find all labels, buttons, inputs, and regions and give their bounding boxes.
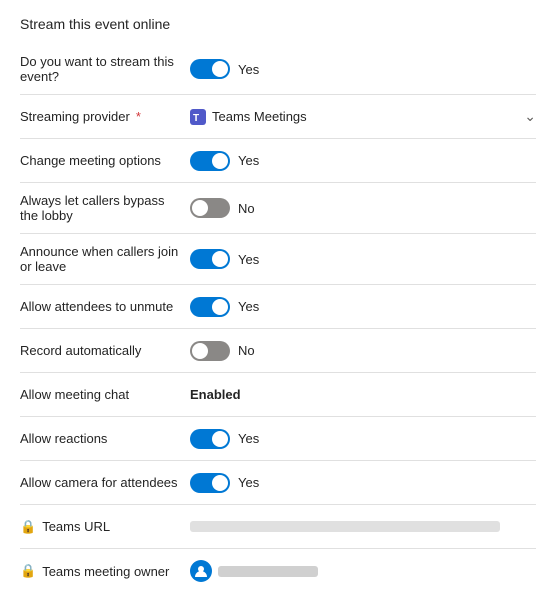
toggle-label-bypass-lobby: No xyxy=(238,201,255,216)
value-announce-join-leave: Yes xyxy=(190,249,536,269)
label-bypass-lobby: Always let callers bypass the lobby xyxy=(20,193,190,223)
label-announce-join-leave: Announce when callers join or leave xyxy=(20,244,190,274)
value-record-automatically: No xyxy=(190,341,536,361)
toggle-label-allow-unmute: Yes xyxy=(238,299,259,314)
teams-owner-row: 🔒 Teams meeting owner xyxy=(20,549,536,593)
person-avatar xyxy=(190,560,212,582)
teams-owner-value xyxy=(190,560,536,582)
toggle-label-reactions: Yes xyxy=(238,431,259,446)
teams-url-label: 🔒 Teams URL xyxy=(20,519,190,535)
required-star: * xyxy=(136,109,141,124)
lock-icon-owner: 🔒 xyxy=(20,563,36,579)
toggle-label-stream-event: Yes xyxy=(238,62,259,77)
value-meeting-chat: Enabled xyxy=(190,387,536,402)
teams-logo-icon: T xyxy=(190,109,206,125)
toggle-allow-unmute[interactable] xyxy=(190,297,230,317)
svg-text:T: T xyxy=(193,113,199,124)
label-reactions: Allow reactions xyxy=(20,431,190,446)
value-streaming-provider[interactable]: T Teams Meetings ⌄ xyxy=(190,108,536,125)
row-meeting-chat: Allow meeting chat Enabled xyxy=(20,373,536,417)
row-reactions: Allow reactions Yes xyxy=(20,417,536,461)
toggle-reactions[interactable] xyxy=(190,429,230,449)
row-record-automatically: Record automatically No xyxy=(20,329,536,373)
chevron-down-icon: ⌄ xyxy=(524,108,536,125)
section-title: Stream this event online xyxy=(20,16,536,32)
value-change-meeting-options: Yes xyxy=(190,151,536,171)
teams-owner-label: 🔒 Teams meeting owner xyxy=(20,563,190,579)
row-streaming-provider: Streaming provider * T Teams Meetings ⌄ xyxy=(20,95,536,139)
row-bypass-lobby: Always let callers bypass the lobby No xyxy=(20,183,536,234)
toggle-bypass-lobby[interactable] xyxy=(190,198,230,218)
label-camera-attendees: Allow camera for attendees xyxy=(20,475,190,490)
row-announce-join-leave: Announce when callers join or leave Yes xyxy=(20,234,536,285)
value-allow-unmute: Yes xyxy=(190,297,536,317)
toggle-stream-event[interactable] xyxy=(190,59,230,79)
label-change-meeting-options: Change meeting options xyxy=(20,153,190,168)
row-stream-event: Do you want to stream this event? Yes xyxy=(20,44,536,95)
toggle-label-record-automatically: No xyxy=(238,343,255,358)
toggle-record-automatically[interactable] xyxy=(190,341,230,361)
owner-name-blurred xyxy=(218,566,318,577)
value-bypass-lobby: No xyxy=(190,198,536,218)
text-value-meeting-chat: Enabled xyxy=(190,387,241,402)
provider-name: Teams Meetings xyxy=(212,109,307,124)
value-stream-event: Yes xyxy=(190,59,536,79)
person-icon xyxy=(194,564,208,578)
row-allow-unmute: Allow attendees to unmute Yes xyxy=(20,285,536,329)
toggle-change-meeting-options[interactable] xyxy=(190,151,230,171)
label-record-automatically: Record automatically xyxy=(20,343,190,358)
lock-icon: 🔒 xyxy=(20,519,36,535)
toggle-label-camera-attendees: Yes xyxy=(238,475,259,490)
toggle-camera-attendees[interactable] xyxy=(190,473,230,493)
teams-url-row: 🔒 Teams URL xyxy=(20,505,536,549)
label-stream-event: Do you want to stream this event? xyxy=(20,54,190,84)
row-change-meeting-options: Change meeting options Yes xyxy=(20,139,536,183)
label-meeting-chat: Allow meeting chat xyxy=(20,387,190,402)
value-camera-attendees: Yes xyxy=(190,473,536,493)
value-reactions: Yes xyxy=(190,429,536,449)
row-camera-attendees: Allow camera for attendees Yes xyxy=(20,461,536,505)
label-streaming-provider: Streaming provider * xyxy=(20,109,190,124)
toggle-announce-join-leave[interactable] xyxy=(190,249,230,269)
teams-url-value xyxy=(190,521,500,532)
toggle-label-change-meeting-options: Yes xyxy=(238,153,259,168)
toggle-label-announce-join-leave: Yes xyxy=(238,252,259,267)
label-allow-unmute: Allow attendees to unmute xyxy=(20,299,190,314)
